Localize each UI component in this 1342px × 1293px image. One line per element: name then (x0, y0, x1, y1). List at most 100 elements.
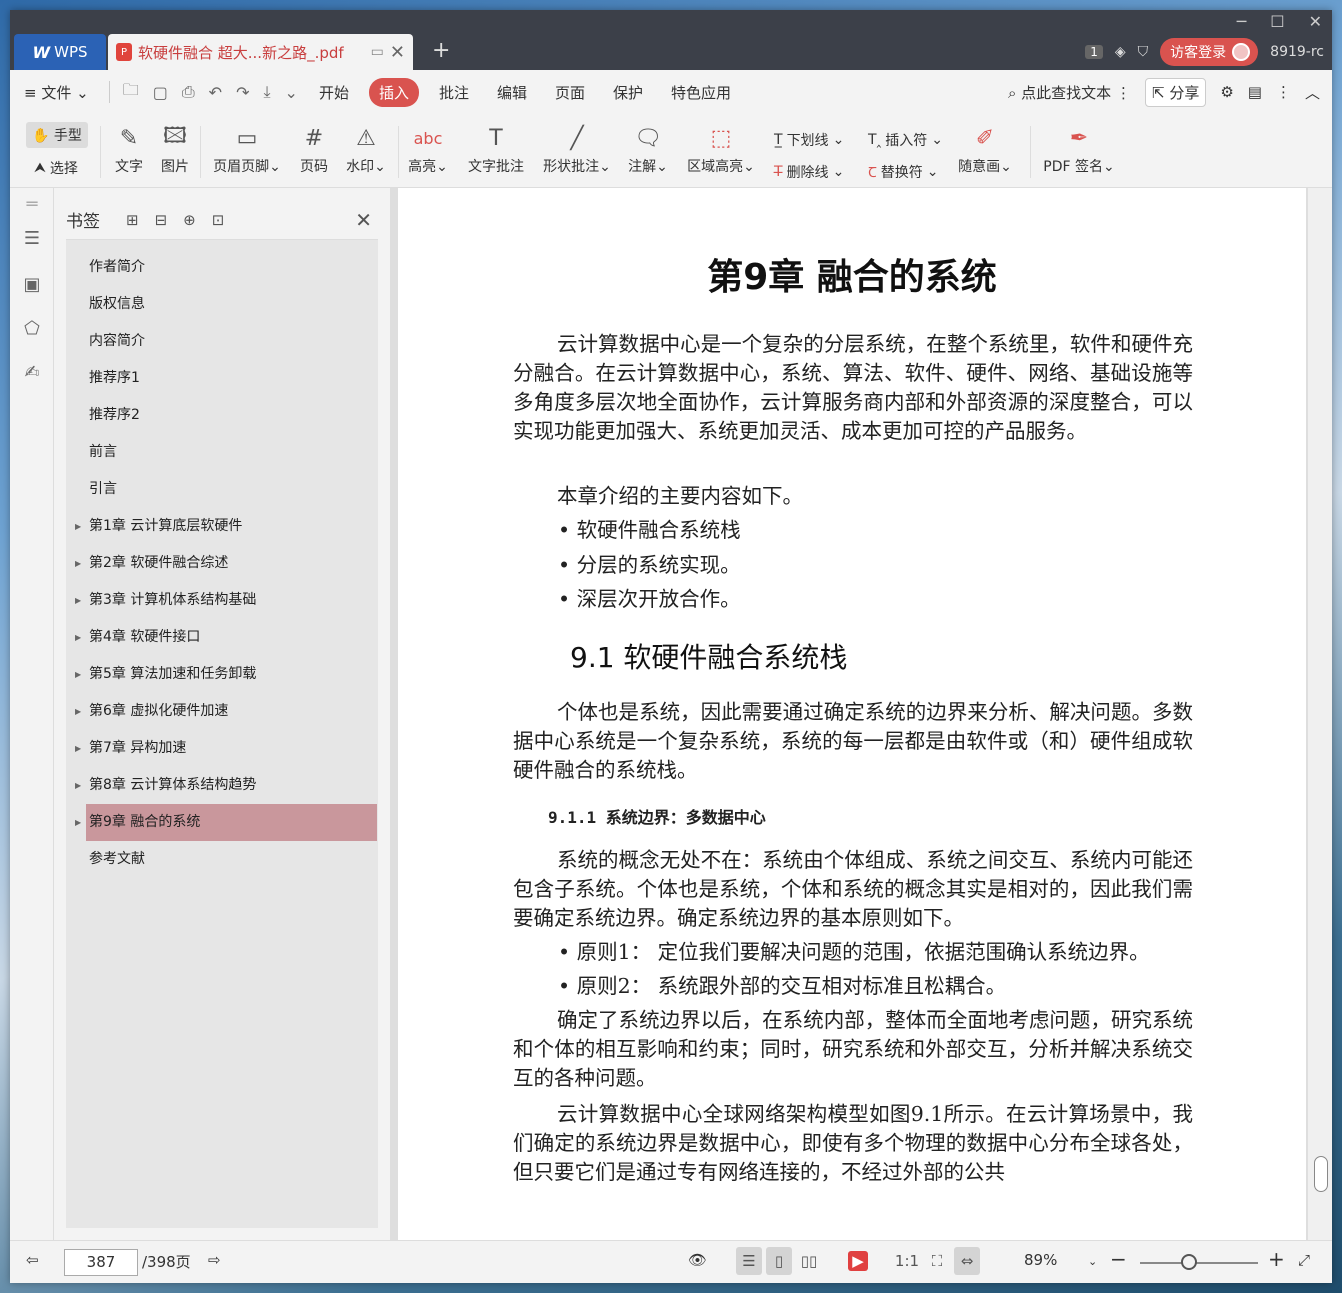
add-bookmark-icon[interactable]: ⊕ (183, 211, 196, 229)
insert-image-button[interactable]: 🖾 图片 (158, 120, 192, 176)
bookmark-item[interactable]: ▶ 第4章 软硬件接口 (66, 619, 378, 656)
bookmark-item[interactable]: 前言 (66, 434, 378, 471)
monitor-icon[interactable]: ▭ (371, 44, 384, 60)
fit-width-icon[interactable]: ⇔ (954, 1247, 980, 1275)
page-number-input[interactable]: 387 (64, 1249, 138, 1276)
bookmark-item[interactable]: ▶ 第7章 异构加速 (66, 730, 378, 767)
new-tab-button[interactable]: + (432, 38, 450, 63)
double-page-icon[interactable]: ▯▯ (796, 1247, 822, 1275)
expand-all-icon[interactable]: ⊞ (126, 211, 139, 229)
expand-arrow-icon[interactable]: ▶ (75, 804, 81, 841)
bookmark-item[interactable]: ▶ 第1章 云计算底层软硬件 (66, 508, 378, 545)
continuous-view-icon[interactable]: ☰ (736, 1247, 762, 1275)
save-icon[interactable]: ▢ (146, 83, 175, 102)
eye-protect-icon[interactable]: 👁 (688, 1251, 707, 1269)
expand-arrow-icon[interactable]: ▶ (75, 730, 81, 767)
export-icon[interactable]: ⤓ (256, 82, 277, 102)
underline-button[interactable]: T̲ 下划线 ⌄ (774, 130, 844, 150)
tab-annotate[interactable]: 批注 (425, 82, 483, 103)
expand-arrow-icon[interactable]: ▶ (75, 656, 81, 693)
fit-page-icon[interactable]: ⛶ (924, 1247, 950, 1275)
fullscreen-icon[interactable]: ⤢ (1298, 1251, 1310, 1269)
signature-panel-icon[interactable]: ✍ (20, 362, 44, 386)
next-page-icon[interactable]: ⇨ (208, 1251, 221, 1269)
bookmark-settings-icon[interactable]: ⊡ (212, 211, 225, 229)
chat-icon[interactable]: ▤ (1248, 83, 1262, 101)
freehand-button[interactable]: ✐ 随意画⌄ (956, 120, 1014, 176)
maximize-icon[interactable]: ☐ (1270, 12, 1284, 31)
tag-icon[interactable]: ⬠ (20, 318, 44, 342)
shirt-icon[interactable]: ⛉ (1138, 44, 1149, 60)
bookmark-item[interactable]: 内容简介 (66, 323, 378, 360)
bookmark-item[interactable]: 引言 (66, 471, 378, 508)
zoom-out-icon[interactable]: − (1110, 1247, 1127, 1271)
file-menu[interactable]: ≡ 文件 ⌄ (10, 82, 103, 103)
bookmark-item[interactable]: ▶ 第5章 算法加速和任务卸载 (66, 656, 378, 693)
drag-handle-icon[interactable]: ═ (20, 194, 44, 218)
area-highlight-button[interactable]: ⬚ 区域高亮⌄ (684, 120, 758, 176)
highlight-button[interactable]: abc 高亮⌄ (406, 120, 450, 176)
minimize-icon[interactable]: ─ (1237, 12, 1247, 31)
skin-icon[interactable]: ◈ (1115, 44, 1126, 60)
comment-button[interactable]: 🗨 注解⌄ (626, 120, 670, 176)
tab-edit[interactable]: 编辑 (483, 82, 541, 103)
tab-special[interactable]: 特色应用 (657, 82, 745, 103)
text-note-button[interactable]: T 文字批注 (464, 120, 528, 176)
undo-icon[interactable]: ↶ (202, 83, 229, 102)
prev-page-icon[interactable]: ⇦ (26, 1251, 39, 1269)
header-footer-button[interactable]: ▭ 页眉页脚⌄ (210, 120, 284, 176)
scrollbar-thumb[interactable] (1314, 1156, 1328, 1192)
bookmark-item[interactable]: 推荐序1 (66, 360, 378, 397)
bookmark-item[interactable]: ▶ 第6章 虚拟化硬件加速 (66, 693, 378, 730)
tab-start[interactable]: 开始 (305, 82, 363, 103)
bookmark-item[interactable]: ▶ 第9章 融合的系统 (75, 804, 377, 841)
expand-arrow-icon[interactable]: ▶ (75, 582, 81, 619)
single-page-icon[interactable]: ▯ (766, 1247, 792, 1275)
strikethrough-button[interactable]: T̶ 删除线 ⌄ (774, 162, 844, 182)
redo-icon[interactable]: ↷ (229, 83, 256, 102)
expand-arrow-icon[interactable]: ▶ (75, 693, 81, 730)
expand-arrow-icon[interactable]: ▶ (75, 619, 81, 656)
close-tab-icon[interactable]: ✕ (390, 42, 405, 63)
bookmark-item[interactable]: 推荐序2 (66, 397, 378, 434)
bookmark-list-icon[interactable]: ☰ (20, 228, 44, 252)
collapse-icon[interactable]: ︿ (1305, 82, 1320, 103)
bookmark-item[interactable]: ▶ 第3章 计算机体系结构基础 (66, 582, 378, 619)
insert-text-button[interactable]: ✎ 文字 (112, 120, 146, 176)
replace-mark-button[interactable]: Ꞇ 替换符 ⌄ (868, 162, 938, 182)
page-number-button[interactable]: # 页码 (296, 120, 332, 176)
tab-page[interactable]: 页面 (541, 82, 599, 103)
print-icon[interactable]: ⎙ (175, 82, 202, 102)
play-icon[interactable]: ▶ (848, 1251, 868, 1271)
bookmark-item[interactable]: 版权信息 (66, 286, 378, 323)
expand-arrow-icon[interactable]: ▶ (75, 545, 81, 582)
actual-size-icon[interactable]: 1:1 (894, 1247, 920, 1275)
zoom-slider-track[interactable] (1140, 1262, 1258, 1264)
wps-home-tab[interactable]: W WPS (14, 34, 106, 70)
search-button[interactable]: ⌕ 点此查找文本 ⋮ (1008, 82, 1131, 103)
bookmark-item[interactable]: 作者简介 (66, 249, 378, 286)
tab-protect[interactable]: 保护 (599, 82, 657, 103)
zoom-slider-handle[interactable] (1181, 1254, 1197, 1270)
close-window-icon[interactable]: ✕ (1309, 12, 1322, 31)
share-button[interactable]: ⇱ 分享 (1144, 77, 1207, 107)
pdf-sign-button[interactable]: ✒ PDF 签名⌄ (1042, 120, 1116, 176)
expand-arrow-icon[interactable]: ▶ (75, 767, 81, 804)
hand-tool-button[interactable]: ✋ 手型 (26, 122, 88, 148)
zoom-level[interactable]: 89% (1024, 1251, 1057, 1269)
document-tab[interactable]: P 软硬件融合 超大...新之路_.pdf ▭ ✕ (108, 34, 413, 70)
watermark-button[interactable]: ⚠ 水印⌄ (344, 120, 388, 176)
select-tool-button[interactable]: ⮝ 选择 (34, 158, 78, 178)
bookmark-item[interactable]: 参考文献 (66, 841, 378, 878)
more-icon[interactable]: ⋮ (1276, 83, 1291, 101)
insert-mark-button[interactable]: T‸ 插入符 ⌄ (868, 130, 943, 150)
tab-insert[interactable]: 插入 (368, 77, 419, 107)
document-view[interactable]: 第9章 融合的系统 云计算数据中心是一个复杂的分层系统，在整个系统里，软件和硬件… (390, 188, 1332, 1240)
expand-arrow-icon[interactable]: ▶ (75, 508, 81, 545)
login-button[interactable]: 访客登录 (1160, 38, 1259, 66)
bookmark-item[interactable]: ▶ 第8章 云计算体系结构趋势 (66, 767, 378, 804)
vertical-scrollbar[interactable] (1308, 188, 1332, 1240)
bookmark-item[interactable]: ▶ 第2章 软硬件融合综述 (66, 545, 378, 582)
shape-note-button[interactable]: ╱ 形状批注⌄ (540, 120, 614, 176)
zoom-dropdown-icon[interactable]: ⌄ (1088, 1255, 1097, 1268)
